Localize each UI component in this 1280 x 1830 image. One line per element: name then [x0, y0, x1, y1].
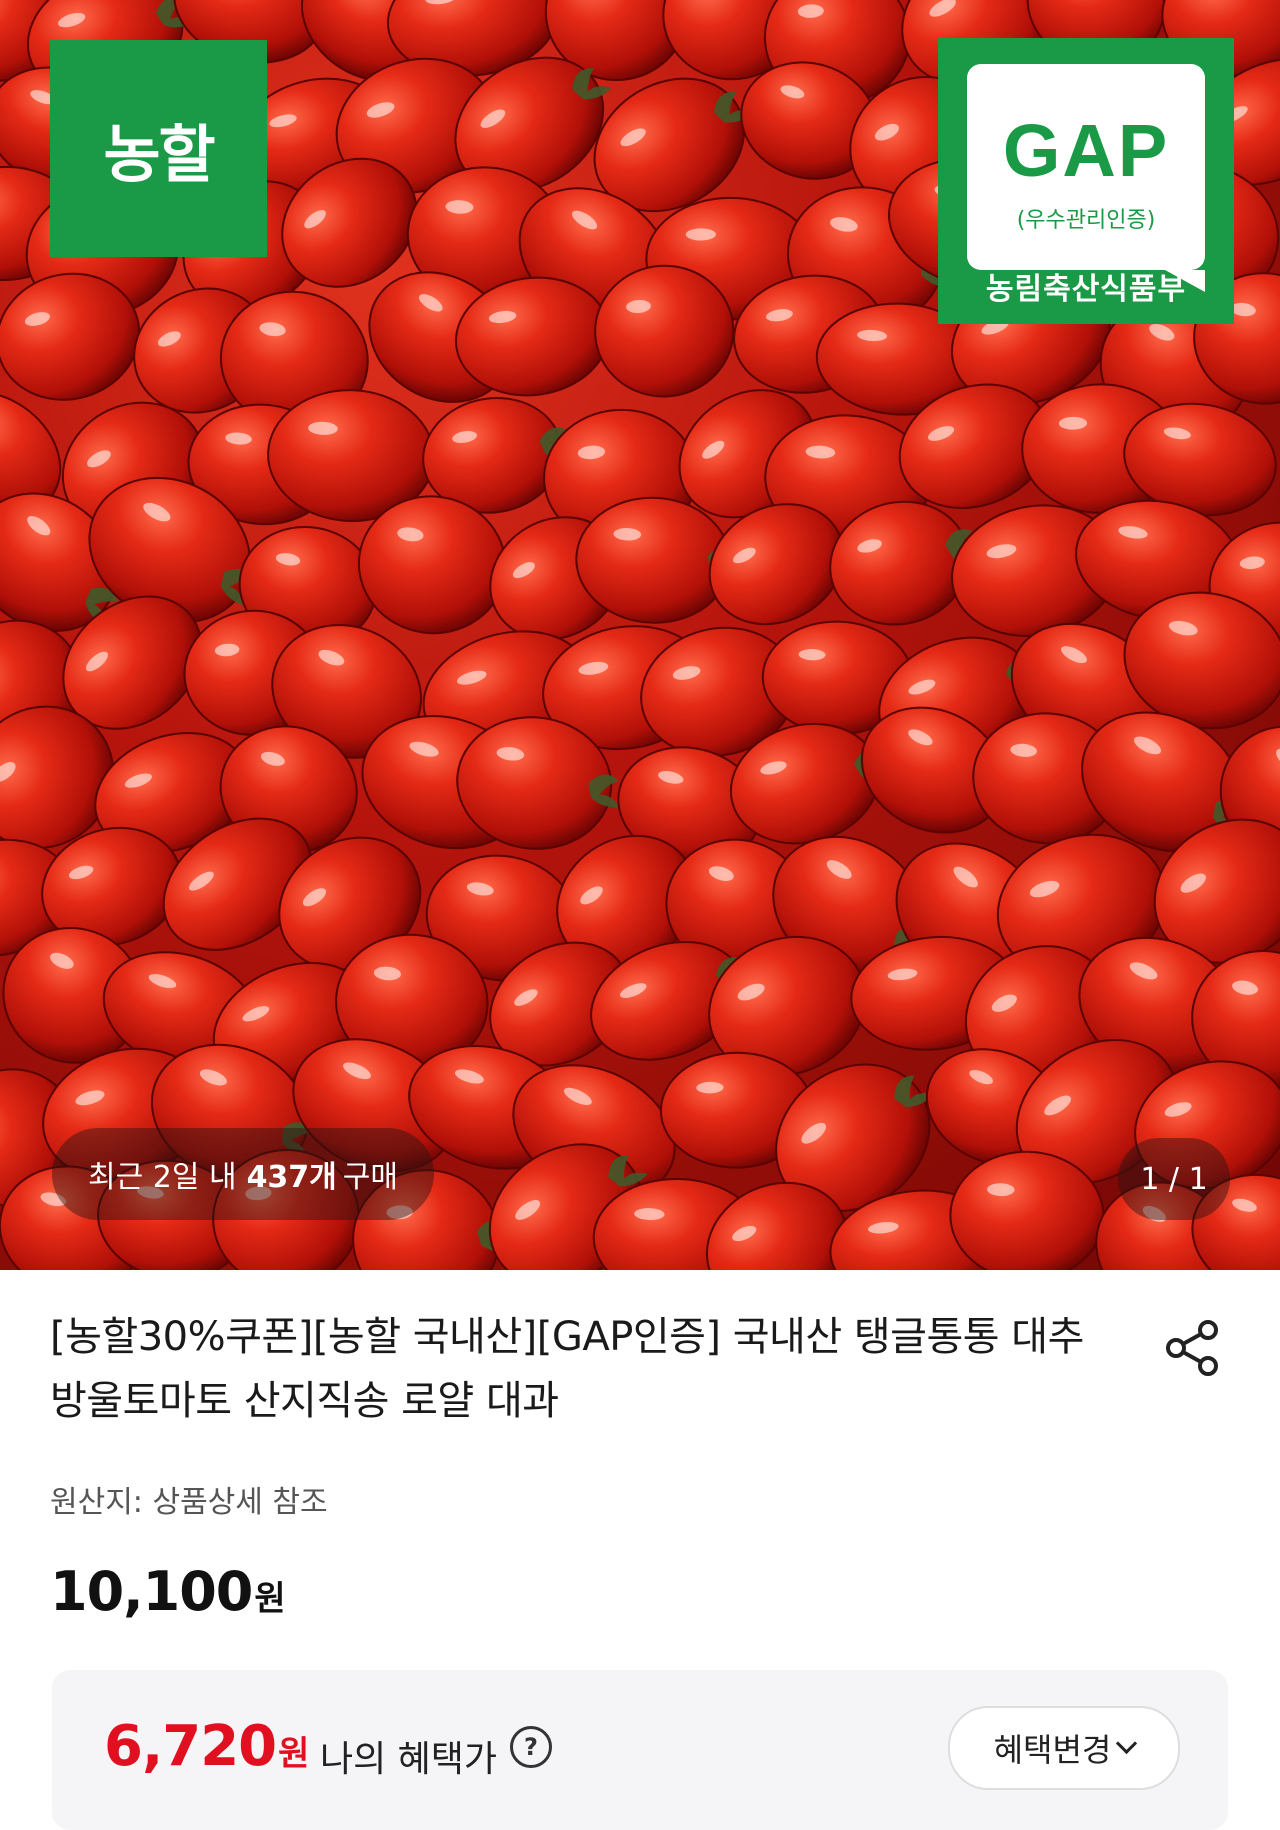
chevron-down-icon	[1116, 1732, 1138, 1754]
recent-purchase-suffix: 구매	[342, 1160, 398, 1195]
origin-value: 상품상세 참조	[152, 1485, 328, 1520]
product-price: 10,100원	[50, 1560, 286, 1623]
benefit-price-unit: 원	[278, 1734, 309, 1774]
image-pager: 1 / 1	[1118, 1138, 1230, 1220]
benefit-price-value: 6,720	[104, 1714, 277, 1779]
benefit-price: 6,720원	[104, 1714, 309, 1779]
gap-certification-badge: GAP (우수관리인증) 농림축산식품부	[938, 38, 1234, 324]
benefit-price-box: 6,720원 나의 혜택가 ? 혜택변경	[52, 1670, 1228, 1830]
origin-info: 원산지: 상품상세 참조	[50, 1477, 328, 1521]
origin-label: 원산지:	[50, 1485, 143, 1520]
nonghal-logo-text: 농할	[103, 117, 215, 191]
recent-purchase-badge: 최근 2일 내 437개 구매	[52, 1128, 434, 1220]
recent-purchase-count: 437개	[246, 1160, 337, 1195]
change-benefit-button[interactable]: 혜택변경	[948, 1706, 1180, 1790]
gap-badge-panel: GAP (우수관리인증)	[967, 64, 1205, 292]
product-title: [농할30%쿠폰][농할 국내산][GAP인증] 국내산 탱글통통 대추 방울토…	[50, 1314, 1084, 1424]
share-icon[interactable]	[1162, 1318, 1222, 1378]
help-icon[interactable]: ?	[510, 1726, 552, 1768]
gap-subtitle: (우수관리인증)	[1016, 208, 1156, 233]
price-value: 10,100	[50, 1560, 253, 1623]
recent-purchase-prefix: 최근 2일 내	[88, 1160, 237, 1195]
benefit-label: 나의 혜택가	[320, 1739, 498, 1780]
gap-ministry: 농림축산식품부	[985, 272, 1187, 307]
nonghal-logo: 농할	[50, 40, 267, 257]
price-unit: 원	[254, 1579, 285, 1619]
product-image[interactable]: 농할 GAP (우수관리인증) 농림축산식품부 최근 2일 내 437개 구매 …	[0, 0, 1280, 1270]
gap-title: GAP	[1002, 109, 1170, 192]
change-benefit-label: 혜택변경	[993, 1731, 1112, 1769]
